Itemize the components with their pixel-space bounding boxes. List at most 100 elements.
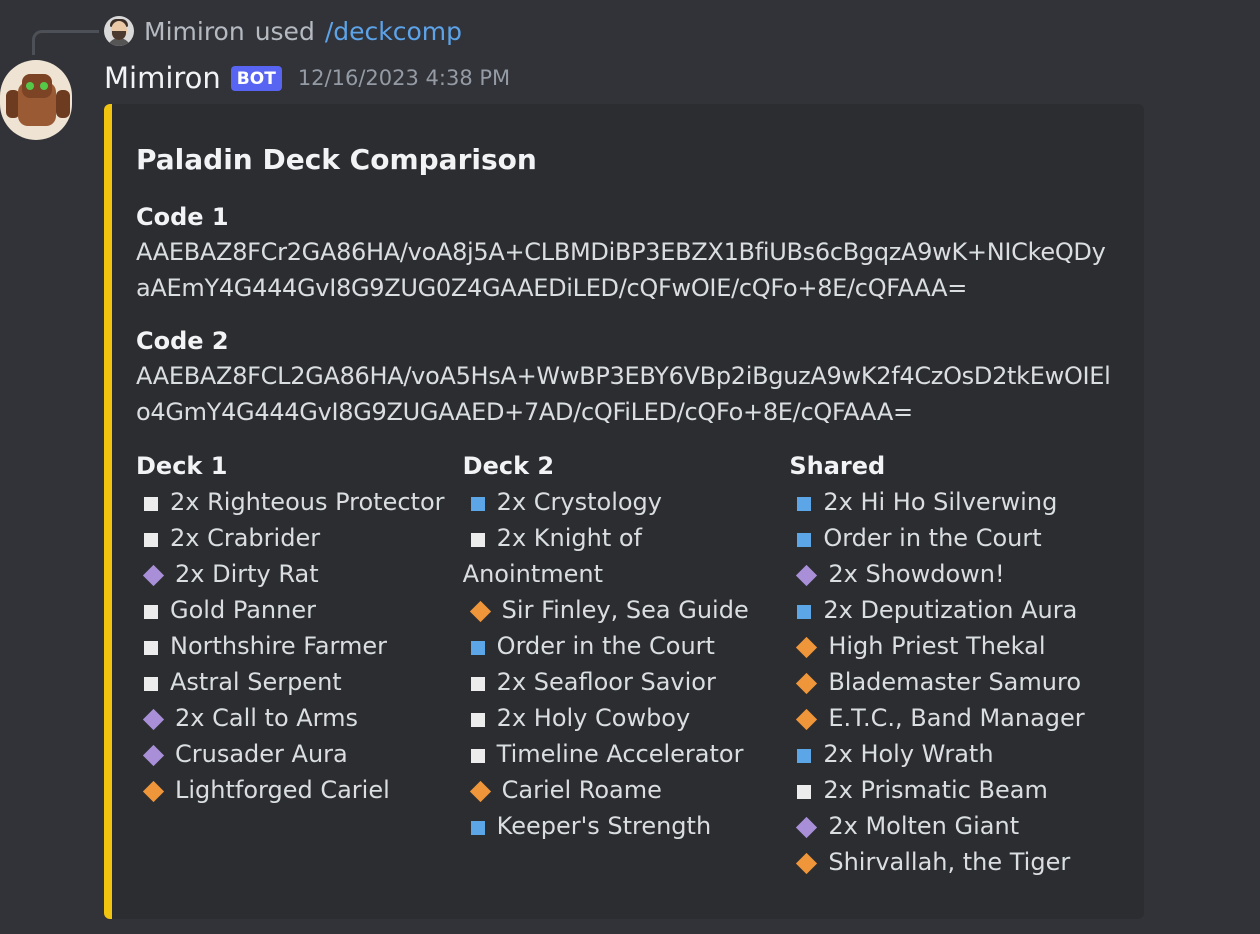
- card-entry: Timeline Accelerator: [463, 736, 790, 772]
- code-1-label: Code 1: [136, 203, 229, 231]
- message-timestamp[interactable]: 12/16/2023 4:38 PM: [298, 66, 510, 90]
- rarity-diamond-icon: [469, 600, 491, 623]
- card-entry: 2x Molten Giant: [789, 808, 1116, 844]
- card-entry: Crusader Aura: [136, 736, 463, 772]
- card-name: 2x Prismatic Beam: [823, 776, 1048, 804]
- deck-2-card-list: 2x Crystology 2x Knight of Anointment Sir …: [463, 484, 790, 844]
- deck-2-title: Deck 2: [462, 452, 555, 480]
- card-entry: Order in the Court: [789, 520, 1116, 556]
- card-entry: Blademaster Samuro: [789, 664, 1116, 700]
- rarity-square-icon: [797, 785, 812, 799]
- card-entry: 2x Knight of Anointment: [463, 520, 790, 592]
- deck-1-column: Deck 1 2x Righteous Protector 2x Crabride…: [136, 448, 463, 880]
- card-name: Shirvallah, the Tiger: [828, 848, 1071, 876]
- card-name: 2x Call to Arms: [175, 704, 358, 732]
- card-name: 2x Showdown!: [828, 560, 1005, 588]
- deck-2-column: Deck 2 2x Crystology 2x Knight of Anointm…: [463, 448, 790, 880]
- card-entry: 2x Righteous Protector: [136, 484, 463, 520]
- rarity-square-icon: [470, 749, 485, 763]
- rarity-square-icon: [144, 605, 158, 619]
- card-entry: High Priest Thekal: [789, 628, 1116, 664]
- card-name: Keeper's Strength: [496, 812, 712, 840]
- card-entry: Order in the Court: [463, 628, 790, 664]
- card-name: 2x Dirty Rat: [175, 560, 319, 588]
- card-entry: Keeper's Strength: [463, 808, 790, 844]
- rarity-diamond-icon: [142, 780, 165, 803]
- card-name: Order in the Court: [823, 524, 1042, 552]
- deck-1-title: Deck 1: [136, 452, 228, 480]
- card-name: 2x Seafloor Savior: [496, 668, 716, 696]
- rarity-square-icon: [797, 605, 812, 619]
- card-entry: 2x Deputization Aura: [789, 592, 1116, 628]
- message-header: Mimiron BOT 12/16/2023 4:38 PM: [104, 58, 510, 98]
- rarity-diamond-icon: [469, 780, 491, 803]
- card-entry: Gold Panner: [136, 592, 463, 628]
- rarity-diamond-icon: [796, 636, 818, 659]
- card-entry: 2x Dirty Rat: [136, 556, 463, 592]
- card-name: E.T.C., Band Manager: [828, 704, 1085, 732]
- card-name: 2x Crystology: [496, 488, 662, 516]
- bot-avatar[interactable]: [0, 60, 72, 140]
- rarity-square-icon: [470, 821, 485, 835]
- rarity-square-icon: [470, 497, 485, 511]
- rarity-square-icon: [470, 677, 485, 691]
- card-name: Astral Serpent: [170, 668, 342, 696]
- embed-title: Paladin Deck Comparison: [136, 143, 537, 176]
- card-entry: 2x Holy Cowboy: [463, 700, 790, 736]
- card-name: 2x Hi Ho Silverwing: [823, 488, 1058, 516]
- reply-context: Mimiron used /deckcomp: [104, 14, 462, 48]
- rarity-diamond-icon: [142, 744, 165, 767]
- card-entry: 2x Prismatic Beam: [789, 772, 1116, 808]
- deck-columns: Deck 1 2x Righteous Protector 2x Crabride…: [136, 448, 1116, 880]
- card-name: Cariel Roame: [501, 776, 662, 804]
- rarity-diamond-icon: [796, 564, 818, 587]
- reply-connector-line: [32, 30, 99, 55]
- card-entry: 2x Call to Arms: [136, 700, 463, 736]
- card-entry: 2x Seafloor Savior: [463, 664, 790, 700]
- reply-username[interactable]: Mimiron: [144, 17, 245, 46]
- card-entry: 2x Crabrider: [136, 520, 463, 556]
- code-2-field: Code 2 AAEBAZ8FCL2GA86HA/voA5HsA+WwBP3EB…: [136, 324, 1116, 430]
- rarity-square-icon: [144, 677, 158, 691]
- author-name[interactable]: Mimiron: [104, 61, 221, 95]
- code-2-value[interactable]: AAEBAZ8FCL2GA86HA/voA5HsA+WwBP3EBY6VBp2i…: [136, 358, 1116, 430]
- card-name: Gold Panner: [170, 596, 316, 624]
- card-name: 2x Knight of Anointment: [462, 524, 643, 588]
- card-entry: 2x Crystology: [463, 484, 790, 520]
- rarity-diamond-icon: [796, 708, 818, 731]
- rarity-diamond-icon: [142, 564, 165, 587]
- reply-used-text: used: [254, 16, 315, 46]
- card-entry: 2x Showdown!: [789, 556, 1116, 592]
- shared-column: Shared 2x Hi Ho Silverwing Order in the C…: [789, 448, 1116, 880]
- card-name: Timeline Accelerator: [496, 740, 744, 768]
- rarity-square-icon: [144, 533, 158, 547]
- deck-comparison-embed: Paladin Deck Comparison Code 1 AAEBAZ8FC…: [104, 104, 1144, 919]
- rarity-square-icon: [144, 497, 158, 511]
- reply-user-avatar[interactable]: [104, 16, 134, 46]
- card-name: High Priest Thekal: [828, 632, 1046, 660]
- card-entry: Shirvallah, the Tiger: [789, 844, 1116, 880]
- rarity-square-icon: [797, 497, 812, 511]
- shared-card-list: 2x Hi Ho Silverwing Order in the Court 2x …: [789, 484, 1116, 880]
- card-name: 2x Crabrider: [170, 524, 321, 552]
- card-name: Sir Finley, Sea Guide: [501, 596, 749, 624]
- slash-command-link[interactable]: /deckcomp: [325, 17, 462, 46]
- code-1-value[interactable]: AAEBAZ8FCr2GA86HA/voA8j5A+CLBMDiBP3EBZX1…: [136, 234, 1116, 306]
- rarity-square-icon: [470, 533, 485, 547]
- card-entry: Cariel Roame: [463, 772, 790, 808]
- card-name: Lightforged Cariel: [175, 776, 390, 804]
- rarity-square-icon: [797, 533, 812, 547]
- embed-accent-bar: [104, 104, 112, 919]
- card-entry: 2x Hi Ho Silverwing: [789, 484, 1116, 520]
- deck-1-card-list: 2x Righteous Protector 2x Crabrider 2x Dir…: [136, 484, 463, 808]
- card-entry: 2x Holy Wrath: [789, 736, 1116, 772]
- rarity-square-icon: [470, 641, 485, 655]
- rarity-square-icon: [797, 749, 812, 763]
- code-2-label: Code 2: [136, 327, 229, 355]
- card-entry: Northshire Farmer: [136, 628, 463, 664]
- card-name: Northshire Farmer: [170, 632, 388, 660]
- rarity-diamond-icon: [796, 816, 818, 839]
- shared-title: Shared: [789, 452, 886, 480]
- card-name: 2x Holy Cowboy: [496, 704, 691, 732]
- card-name: Crusader Aura: [175, 740, 348, 768]
